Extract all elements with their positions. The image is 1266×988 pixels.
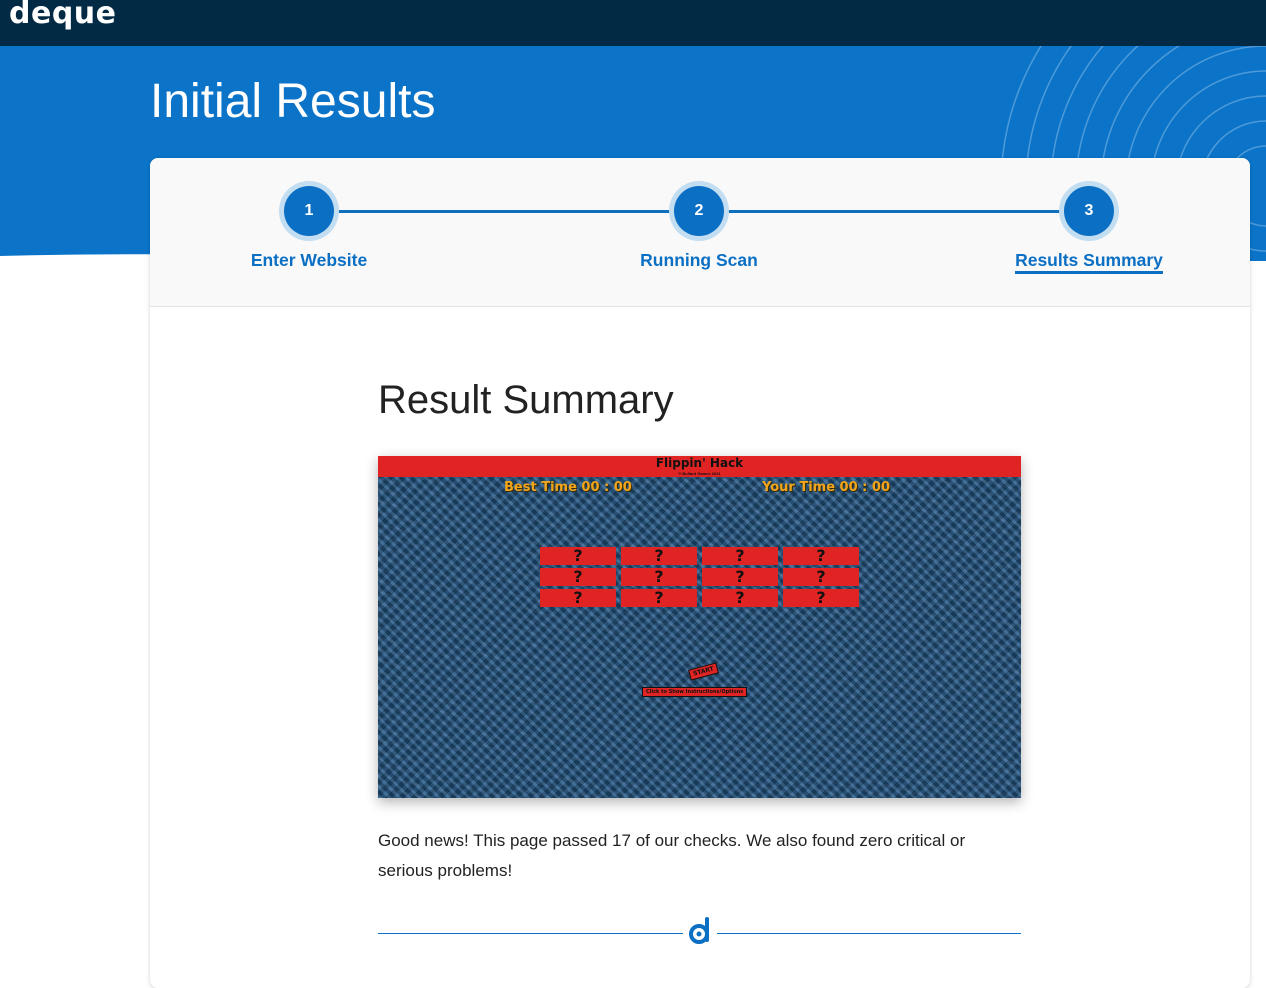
card-tile: ? [540, 547, 616, 565]
card-grid: ? ? ? ? ? ? ? ? ? ? ? ? [540, 547, 859, 607]
your-time: Your Time 00 : 00 [762, 480, 890, 495]
deque-d-icon [689, 917, 709, 944]
step-connector [310, 210, 700, 213]
card-tile: ? [540, 589, 616, 607]
result-summary-title: Result Summary [378, 378, 674, 422]
top-nav-bar: deque [0, 0, 1266, 46]
game-header: Flippin' Hack © Bullard Games 2021 [378, 456, 1021, 477]
step-connector [700, 210, 1090, 213]
step-2-label-text: Running Scan [640, 250, 758, 270]
page-screenshot: Flippin' Hack © Bullard Games 2021 Best … [378, 456, 1021, 798]
card-tile: ? [621, 547, 697, 565]
card-tile: ? [702, 547, 778, 565]
step-3-circle: 3 [1064, 186, 1114, 236]
divider-line [717, 933, 1021, 934]
game-instructions-button: Click to Show Instructions/Options [642, 687, 748, 697]
card-tile: ? [540, 568, 616, 586]
result-message: Good news! This page passed 17 of our ch… [378, 831, 966, 880]
page-title: Initial Results [150, 75, 436, 128]
step-1-circle: 1 [284, 186, 334, 236]
card-tile: ? [783, 589, 859, 607]
card-tile: ? [702, 568, 778, 586]
game-start-button: START [688, 662, 719, 681]
game-title: Flippin' Hack [655, 456, 744, 470]
divider-line [378, 933, 683, 934]
game-subtitle: © Bullard Games 2021 [678, 471, 721, 476]
step-2-circle: 2 [674, 186, 724, 236]
results-card: 1 2 3 Enter Website Running Scan Results… [150, 158, 1250, 988]
step-3-label-text: Results Summary [1015, 250, 1163, 274]
card-tile: ? [783, 547, 859, 565]
card-tile: ? [621, 568, 697, 586]
step-1-label[interactable]: Enter Website [199, 250, 419, 271]
card-tile: ? [783, 568, 859, 586]
step-1-label-text: Enter Website [250, 250, 368, 270]
best-time: Best Time 00 : 00 [504, 480, 632, 495]
step-2-label[interactable]: Running Scan [589, 250, 809, 271]
deque-logo[interactable]: deque [9, 0, 117, 31]
card-tile: ? [702, 589, 778, 607]
step-3-label[interactable]: Results Summary [979, 250, 1199, 274]
progress-stepper: 1 2 3 Enter Website Running Scan Results… [150, 158, 1250, 307]
card-tile: ? [621, 589, 697, 607]
